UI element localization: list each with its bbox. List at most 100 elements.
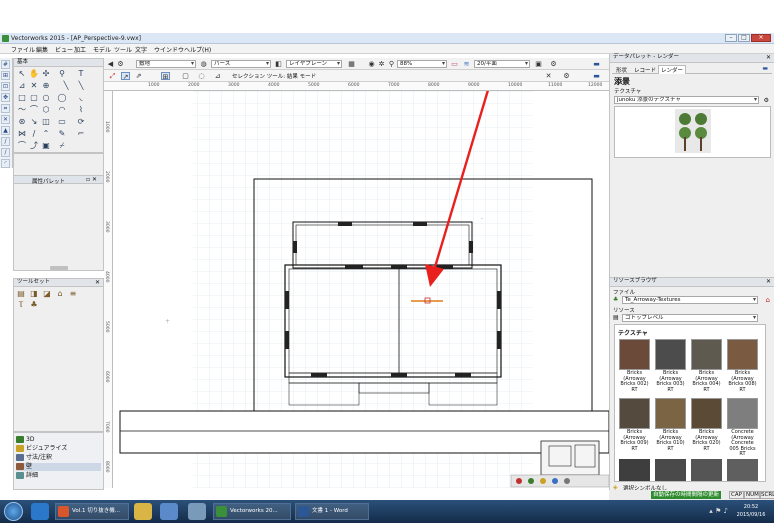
- category-3d[interactable]: 3D: [16, 436, 101, 444]
- fit-icon[interactable]: ⊡: [1, 82, 10, 91]
- taskbar-item-chrome[interactable]: Vol.1 切り抜き機...: [55, 503, 129, 520]
- snap-icon[interactable]: ⌗: [1, 104, 10, 113]
- split-tool-icon[interactable]: ⋈: [17, 129, 27, 139]
- move-tool-icon[interactable]: ⊛: [17, 117, 27, 127]
- tool-pref-icon[interactable]: ✕: [544, 72, 553, 80]
- menu-file[interactable]: ファイル: [11, 45, 35, 54]
- layer-icon[interactable]: ◧: [274, 60, 283, 68]
- mode-icon-6[interactable]: ◌: [197, 72, 206, 80]
- menu-window[interactable]: ウインドウ: [154, 45, 184, 54]
- modebar-toggle-icon[interactable]: ▬: [592, 72, 601, 80]
- flyover-icon[interactable]: ✕: [1, 115, 10, 124]
- walk-icon[interactable]: ▲: [1, 126, 10, 135]
- options-icon[interactable]: ⚙: [549, 60, 558, 68]
- mirror-tool-icon[interactable]: ◫: [41, 117, 51, 127]
- texture-edit-icon[interactable]: ⚙: [764, 97, 769, 104]
- projection-icon[interactable]: ◉: [367, 60, 376, 68]
- clock[interactable]: 20:52 2015/09/16: [736, 503, 766, 519]
- mode-icon-5[interactable]: ▢: [181, 72, 190, 80]
- spiral-tool-icon[interactable]: ◠: [57, 105, 67, 115]
- category-dimension[interactable]: 寸法/注釈: [16, 454, 101, 462]
- line-tool-icon[interactable]: ╲: [61, 81, 71, 91]
- taskbar-item-vectorworks[interactable]: Vectorworks 20...: [213, 503, 291, 520]
- clip-tool-icon[interactable]: ⤴: [29, 141, 39, 151]
- snap-settings-icon[interactable]: ⚙: [562, 72, 571, 80]
- maximize-button[interactable]: □: [738, 34, 750, 42]
- menu-text[interactable]: 文字: [135, 45, 147, 54]
- data-palette-close-icon[interactable]: ✕: [766, 54, 771, 61]
- mode-icon-7[interactable]: ⊿: [213, 72, 222, 80]
- class-select[interactable]: 敷地: [136, 60, 196, 68]
- selection-tool-icon[interactable]: ↖: [17, 69, 27, 79]
- rounded-rect-tool-icon[interactable]: ▢: [29, 93, 39, 103]
- connect-tool-icon[interactable]: ⌿: [57, 141, 67, 151]
- resource-tile[interactable]: Bricks (Arroway Bricks 002) RT: [619, 339, 650, 393]
- tab-render[interactable]: レンダー: [658, 65, 687, 74]
- text-tool-icon[interactable]: T: [76, 69, 86, 79]
- category-wall[interactable]: 壁: [16, 463, 101, 471]
- menu-edit[interactable]: 編集: [36, 45, 48, 54]
- line-icon[interactable]: ∕: [1, 148, 10, 157]
- zoom-mag-icon[interactable]: ⚲: [387, 60, 396, 68]
- zoom-select[interactable]: 88%: [397, 60, 447, 68]
- spline-tool-icon[interactable]: ⌇: [76, 105, 86, 115]
- column-icon[interactable]: Ⲧ: [16, 300, 26, 310]
- view-select[interactable]: パース: [211, 60, 271, 68]
- roof-icon[interactable]: ⌂: [55, 289, 65, 299]
- double-line-tool-icon[interactable]: ╲: [76, 81, 86, 91]
- page-icon[interactable]: ▭: [450, 60, 459, 68]
- fillet-tool-icon[interactable]: ⌃: [41, 129, 51, 139]
- app-icon[interactable]: [188, 503, 206, 520]
- resource-tile[interactable]: Bricks (Arroway Bricks 020) RT: [691, 398, 722, 452]
- menu-help[interactable]: ヘルプ(H): [184, 45, 211, 54]
- building-shell-icon[interactable]: ▤: [16, 289, 26, 299]
- texture-swatch[interactable]: [655, 459, 686, 481]
- oval-tool-icon[interactable]: ◯: [57, 93, 67, 103]
- freehand-tool-icon[interactable]: 〜: [17, 105, 27, 115]
- toolset-close-icon[interactable]: ✕: [95, 279, 100, 286]
- paint-tool-icon[interactable]: ✎: [57, 129, 67, 139]
- palette-resize-handle[interactable]: [50, 266, 68, 270]
- window-icon[interactable]: ◪: [42, 289, 52, 299]
- menu-view[interactable]: ビュー: [55, 45, 73, 54]
- flyover-tool-icon[interactable]: ✣: [41, 69, 51, 79]
- zoom-icon[interactable]: ⊞: [1, 71, 10, 80]
- mode-icon-4[interactable]: ⊞: [161, 72, 170, 81]
- save-view-icon[interactable]: ▣: [534, 60, 543, 68]
- file-select[interactable]: Te_Arroway-Textures: [622, 296, 758, 304]
- resource-tile[interactable]: Bricks (Arroway Bricks 010) RT: [655, 398, 686, 452]
- rotate-tool-icon[interactable]: ⟳: [76, 117, 86, 127]
- trim-tool-icon[interactable]: ∕: [29, 129, 39, 139]
- mode-icon-1[interactable]: ⤢: [108, 72, 117, 80]
- explorer-icon[interactable]: [134, 503, 152, 520]
- texture-swatch[interactable]: [691, 459, 722, 481]
- furniture-icon[interactable]: ♣: [29, 300, 39, 310]
- texture-swatch[interactable]: [619, 459, 650, 481]
- zoom-tool-icon[interactable]: ⚲: [57, 69, 67, 79]
- grid-icon[interactable]: #: [1, 60, 10, 69]
- polyline-tool-icon[interactable]: ⌒: [29, 105, 39, 115]
- rotate-icon[interactable]: /: [1, 137, 10, 146]
- minimize-button[interactable]: –: [725, 34, 737, 42]
- pan-icon[interactable]: ✥: [1, 93, 10, 102]
- tangent-tool-icon[interactable]: ⌒: [17, 141, 27, 151]
- resource-tile[interactable]: Bricks (Arroway Bricks 004) RT: [691, 339, 722, 393]
- taskbar-item-word[interactable]: 文書 1 - Word: [295, 503, 369, 520]
- polygon-tool-icon[interactable]: ⬡: [41, 105, 51, 115]
- palette-menu-icon[interactable]: ▫ ✕: [86, 176, 97, 183]
- start-button[interactable]: [4, 502, 23, 521]
- menu-modify[interactable]: 加工: [74, 45, 86, 54]
- rectangle-tool-icon[interactable]: □: [17, 93, 27, 103]
- circle-tool-icon[interactable]: ○: [41, 93, 51, 103]
- curve-tool-icon[interactable]: ⌐: [76, 129, 86, 139]
- class-icon[interactable]: ⚙: [116, 60, 125, 68]
- category-visualize[interactable]: ビジュアライズ: [16, 445, 101, 453]
- tray-icons[interactable]: ▴ ⚑ ♪: [709, 507, 728, 515]
- reshape-tool-icon[interactable]: ↘: [29, 117, 39, 127]
- arc-tool-icon[interactable]: ◟: [76, 93, 86, 103]
- stair-icon[interactable]: ≡: [68, 289, 78, 299]
- mode-icon-2[interactable]: ↗: [121, 72, 130, 81]
- mode-icon-3[interactable]: ⇗: [134, 72, 143, 80]
- dimension-tool-icon[interactable]: ✕: [29, 81, 39, 91]
- eyedropper-tool-icon[interactable]: ⊿: [17, 81, 27, 91]
